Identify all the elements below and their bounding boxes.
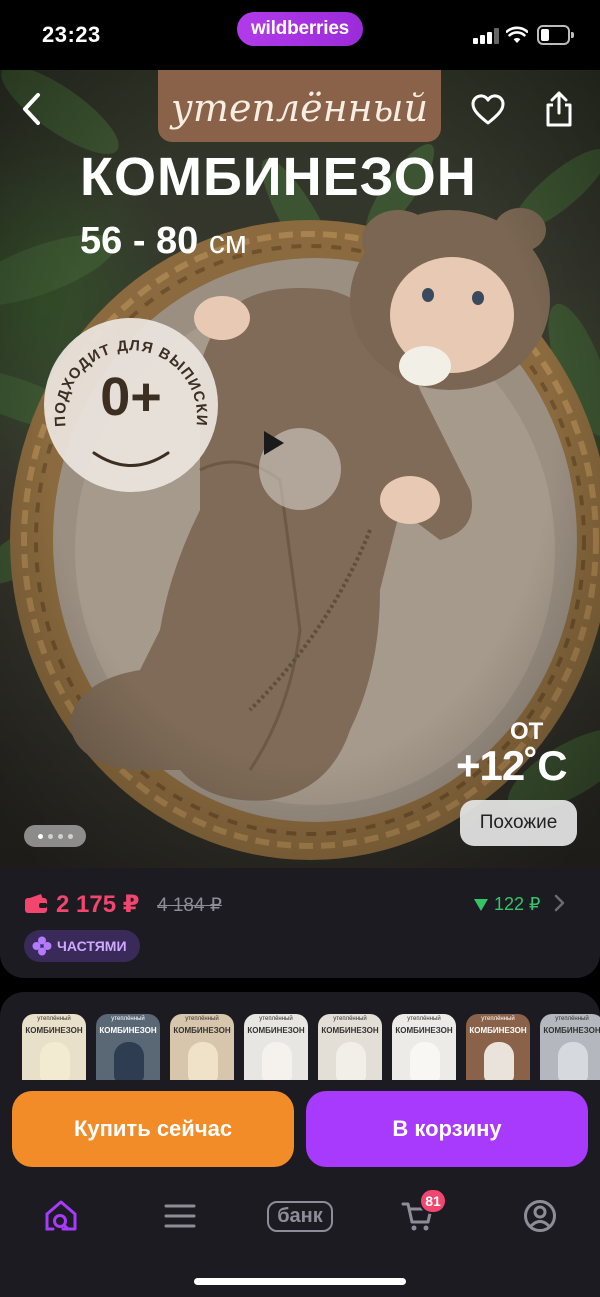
current-price: 2 175 ₽ (56, 891, 140, 918)
installments-label: ЧАСТЯМИ (57, 938, 127, 954)
cashback-value: 122 ₽ (494, 894, 541, 914)
variant-label: утеплённый (407, 1016, 441, 1022)
variant-label: утеплённый (185, 1016, 219, 1022)
installments-badge[interactable]: ЧАСТЯМИ (24, 930, 140, 962)
variant-title: КОМБИНЕЗОН (247, 1026, 305, 1035)
variant-thumbnail[interactable]: утеплённый КОМБИНЕЗОН (22, 1014, 86, 1080)
gallery-pagination (24, 825, 86, 847)
variant-thumbnail[interactable]: утеплённый КОМБИНЕЗОН (318, 1014, 382, 1080)
status-time: 23:23 (42, 22, 101, 47)
brand-name: wildberries (250, 18, 350, 39)
age-badge-value: 0+ (100, 367, 162, 427)
pagination-dot (37, 833, 43, 839)
heart-icon (471, 94, 505, 125)
bank-label: банк (267, 1200, 333, 1232)
variant-thumbnail[interactable]: утеплённый КОМБИНЕЗОН (96, 1014, 160, 1080)
variant-preview (484, 1042, 514, 1080)
nav-bank[interactable]: банк (263, 1192, 337, 1240)
chevron-left-icon (23, 93, 40, 125)
variant-thumbnail[interactable]: утеплённый КОМБИНЕЗОН (540, 1014, 600, 1080)
brand-logo: wildberries (237, 12, 363, 46)
variant-preview (40, 1042, 70, 1080)
age-badge: ПОДХОДИТ ДЛЯ ВЫПИСКИ 0+ (44, 318, 218, 492)
variant-preview (410, 1042, 440, 1080)
cellular-signal-icon (473, 28, 499, 44)
warm-label: утеплённый (158, 70, 441, 142)
variant-thumbnail[interactable]: утеплённый КОМБИНЕЗОН (170, 1014, 234, 1080)
cashback-amount[interactable]: 122 ₽ (474, 894, 541, 915)
variant-preview (188, 1042, 218, 1080)
variant-thumbnail[interactable]: утеплённый КОМБИНЕЗОН (392, 1014, 456, 1080)
old-price: 4 184 ₽ (157, 895, 222, 916)
price-panel: 2 175 ₽ 4 184 ₽ 122 ₽ ЧАСТЯМИ (0, 868, 600, 978)
play-icon (264, 431, 284, 455)
menu-icon (164, 1204, 196, 1228)
favorite-button[interactable] (470, 94, 512, 136)
variant-label: утеплённый (37, 1016, 71, 1022)
variant-label: утеплённый (481, 1016, 515, 1022)
size-range: 56 - 80 см (80, 220, 247, 263)
profile-icon (524, 1200, 556, 1232)
variant-title: КОМБИНЕЗОН (395, 1026, 453, 1035)
variant-title: КОМБИНЕЗОН (543, 1026, 600, 1035)
wallet-icon (25, 894, 47, 913)
share-icon (546, 91, 572, 127)
variant-title: КОМБИНЕЗОН (469, 1026, 527, 1035)
nav-catalog[interactable] (150, 1192, 210, 1240)
pagination-dot (47, 833, 53, 839)
variant-label: утеплённый (111, 1016, 145, 1022)
size-range-value: 56 - 80 (80, 220, 199, 262)
pagination-dot (57, 833, 63, 839)
temperature-value: +12˚C (456, 742, 568, 789)
variant-preview (114, 1042, 144, 1080)
triangle-down-icon (474, 898, 488, 911)
status-bar: 23:23 wildberries (0, 0, 600, 70)
chevron-right-icon[interactable] (552, 892, 566, 914)
nav-profile[interactable] (510, 1192, 570, 1240)
buy-now-button[interactable]: Купить сейчас (12, 1091, 294, 1167)
cart-count-badge: 81 (419, 1188, 447, 1214)
variant-label: утеплённый (333, 1016, 367, 1022)
battery-icon (537, 25, 574, 45)
color-variants: утеплённый КОМБИНЕЗОН утеплённый КОМБИНЕЗОН… (22, 1014, 600, 1080)
pagination-dot (67, 833, 73, 839)
variant-preview (558, 1042, 588, 1080)
variant-thumbnail[interactable]: утеплённый КОМБИНЕЗОН (244, 1014, 308, 1080)
variant-preview (262, 1042, 292, 1080)
variant-title: КОМБИНЕЗОН (173, 1026, 231, 1035)
variant-title: КОМБИНЕЗОН (25, 1026, 83, 1035)
product-title: КОМБИНЕЗОН (80, 147, 477, 207)
share-button[interactable] (544, 90, 584, 136)
back-button[interactable] (20, 92, 56, 136)
nav-home[interactable] (31, 1192, 91, 1240)
variant-thumbnail[interactable]: утеплённый КОМБИНЕЗОН (466, 1014, 530, 1080)
size-unit: см (208, 224, 247, 260)
home-indicator[interactable] (194, 1278, 406, 1285)
wifi-icon (506, 26, 528, 43)
play-video-button[interactable] (259, 428, 341, 510)
variant-label: утеплённый (555, 1016, 589, 1022)
puzzle-icon (32, 936, 52, 956)
home-search-icon (45, 1200, 77, 1231)
variant-title: КОМБИНЕЗОН (99, 1026, 157, 1035)
add-to-cart-button[interactable]: В корзину (306, 1091, 588, 1167)
similar-button[interactable]: Похожие (460, 800, 577, 846)
variant-label: утеплённый (259, 1016, 293, 1022)
variant-preview (336, 1042, 366, 1080)
variant-title: КОМБИНЕЗОН (321, 1026, 379, 1035)
product-image-gallery[interactable]: утеплённый КОМБИНЕЗОН 56 - 80 см ПОДХОДИ… (0, 70, 600, 868)
